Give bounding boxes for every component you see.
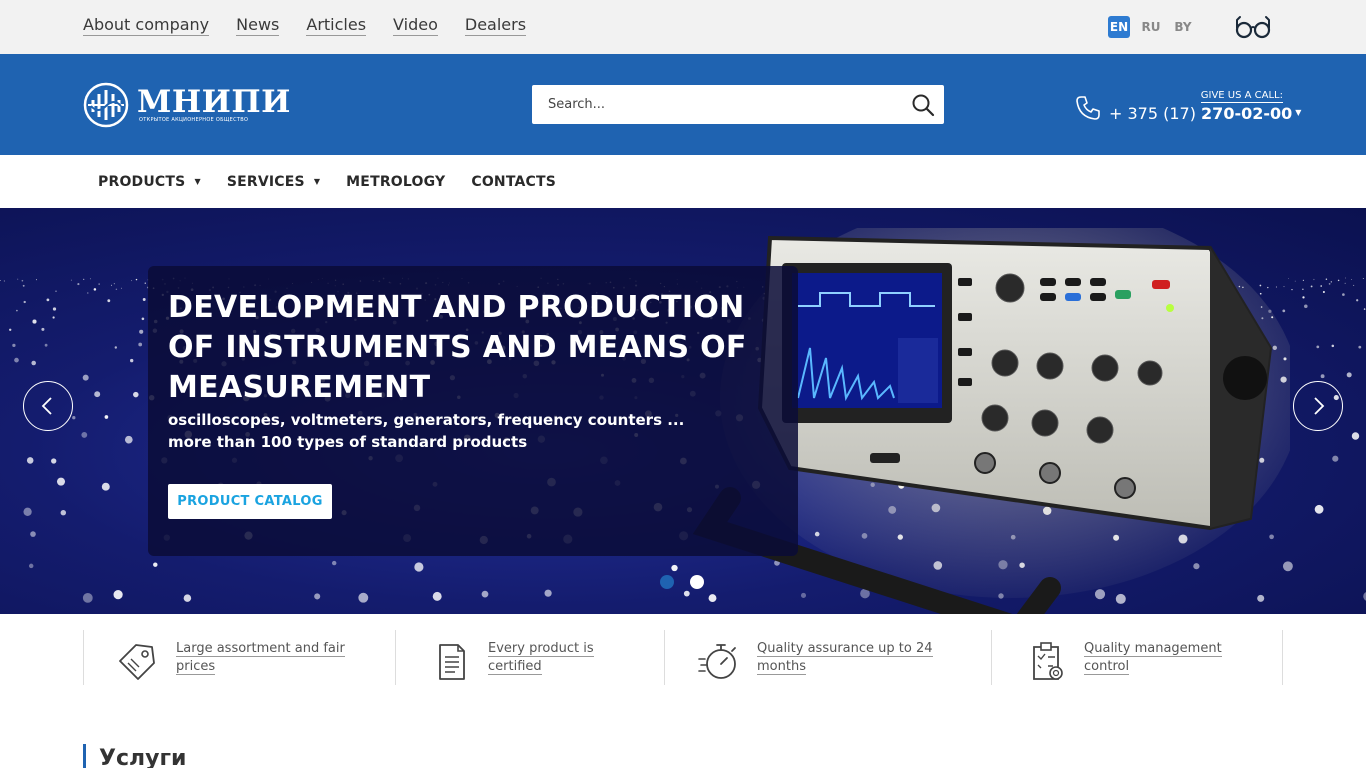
nav-contacts[interactable]: CONTACTS xyxy=(471,174,556,190)
lang-by[interactable]: BY xyxy=(1172,16,1194,38)
hero-subtitle-line-2: more than 100 types of standard products xyxy=(168,433,528,451)
search-icon[interactable] xyxy=(911,93,935,117)
logo-text: МНИПИ ОТКРЫТОЕ АКЦИОНЕРНОЕ ОБЩЕСТВО xyxy=(137,84,291,124)
top-link-news[interactable]: News xyxy=(236,15,280,36)
product-catalog-button[interactable]: PRODUCT CATALOG xyxy=(168,484,332,519)
main-navigation: PRODUCTS ▼ SERVICES ▼ METROLOGY CONTACTS xyxy=(98,155,582,208)
logo-emblem-icon xyxy=(83,82,129,128)
phone-prefix: + 375 (17) xyxy=(1109,104,1202,123)
feature-label-1: Large assortment and fair prices xyxy=(176,641,345,675)
chevron-right-icon xyxy=(1314,397,1325,415)
chevron-left-icon xyxy=(41,397,52,415)
logo-name: МНИПИ xyxy=(137,84,291,120)
price-tag-icon xyxy=(119,644,155,680)
feature-text-1[interactable]: Large assortment and fair prices xyxy=(176,640,356,676)
slider-prev-button[interactable] xyxy=(23,381,73,431)
top-bar: About company News Articles Video Dealer… xyxy=(0,0,1366,54)
chevron-down-icon: ▼ xyxy=(194,177,201,186)
hero-title: DEVELOPMENT AND PRODUCTION OF INSTRUMENT… xyxy=(168,290,747,405)
top-link-video[interactable]: Video xyxy=(393,15,438,36)
hero-subtitle: oscilloscopes, voltmeters, generators, f… xyxy=(168,409,728,453)
feature-label-4: Quality management control xyxy=(1084,641,1222,675)
hero-caption: DEVELOPMENT AND PRODUCTION OF INSTRUMENT… xyxy=(148,266,798,556)
nav-services[interactable]: SERVICES ▼ xyxy=(227,174,320,190)
nav-metrology-label: METROLOGY xyxy=(346,173,446,190)
feature-item: Quality assurance up to 24 months xyxy=(664,630,991,685)
slider-dot-2[interactable] xyxy=(690,575,704,589)
hero-subtitle-line-1: oscilloscopes, voltmeters, generators, f… xyxy=(168,411,685,429)
section-title: Услуги xyxy=(83,744,186,768)
features-strip: Large assortment and fair prices Every p… xyxy=(83,630,1283,685)
hero-slider: DEVELOPMENT AND PRODUCTION OF INSTRUMENT… xyxy=(0,208,1366,614)
nav-products-label: PRODUCTS xyxy=(98,173,186,190)
phone-number[interactable]: + 375 (17) 270-02-00 ▼ xyxy=(1109,104,1301,123)
feature-label-3: Quality assurance up to 24 months xyxy=(757,641,933,675)
phone-main: 270-02-00 xyxy=(1201,104,1293,123)
nav-contacts-label: CONTACTS xyxy=(471,173,557,190)
chevron-down-icon: ▼ xyxy=(313,177,321,186)
feature-text-2[interactable]: Every product is certified xyxy=(488,640,618,676)
certificate-document-icon xyxy=(439,644,465,680)
feature-divider xyxy=(1282,630,1283,685)
lang-ru[interactable]: RU xyxy=(1140,16,1162,38)
slider-pagination xyxy=(660,575,704,589)
phone-dropdown-icon[interactable]: ▼ xyxy=(1295,108,1301,117)
feature-item: Every product is certified xyxy=(395,630,664,685)
feature-text-3[interactable]: Quality assurance up to 24 months xyxy=(757,640,937,676)
feature-label-2: Every product is certified xyxy=(488,641,594,675)
slider-dot-1[interactable] xyxy=(660,575,674,589)
lang-en[interactable]: EN xyxy=(1108,16,1130,38)
feature-item: Large assortment and fair prices xyxy=(83,630,395,685)
nav-services-label: SERVICES xyxy=(226,173,305,190)
search-box xyxy=(532,85,944,124)
phone-icon xyxy=(1076,96,1100,120)
glasses-icon[interactable] xyxy=(1234,14,1272,40)
top-link-about[interactable]: About company xyxy=(83,15,210,36)
language-switcher: EN RU BY xyxy=(1108,16,1194,38)
clipboard-checklist-icon xyxy=(1033,642,1063,680)
nav-metrology[interactable]: METROLOGY xyxy=(346,174,445,190)
feature-text-4[interactable]: Quality management control xyxy=(1084,640,1234,676)
nav-products[interactable]: PRODUCTS ▼ xyxy=(98,174,201,190)
top-navigation: About company News Articles Video Dealer… xyxy=(83,15,527,36)
company-logo[interactable]: МНИПИ ОТКРЫТОЕ АКЦИОНЕРНОЕ ОБЩЕСТВО xyxy=(83,82,291,128)
search-input[interactable] xyxy=(533,86,893,123)
top-link-dealers[interactable]: Dealers xyxy=(464,15,527,36)
call-label[interactable]: GIVE US A CALL: xyxy=(1200,90,1283,103)
site-header: МНИПИ ОТКРЫТОЕ АКЦИОНЕРНОЕ ОБЩЕСТВО GIVE… xyxy=(0,54,1366,155)
feature-item: Quality management control xyxy=(991,630,1282,685)
top-link-articles[interactable]: Articles xyxy=(306,15,367,36)
stopwatch-icon xyxy=(698,644,736,679)
slider-next-button[interactable] xyxy=(1293,381,1343,431)
